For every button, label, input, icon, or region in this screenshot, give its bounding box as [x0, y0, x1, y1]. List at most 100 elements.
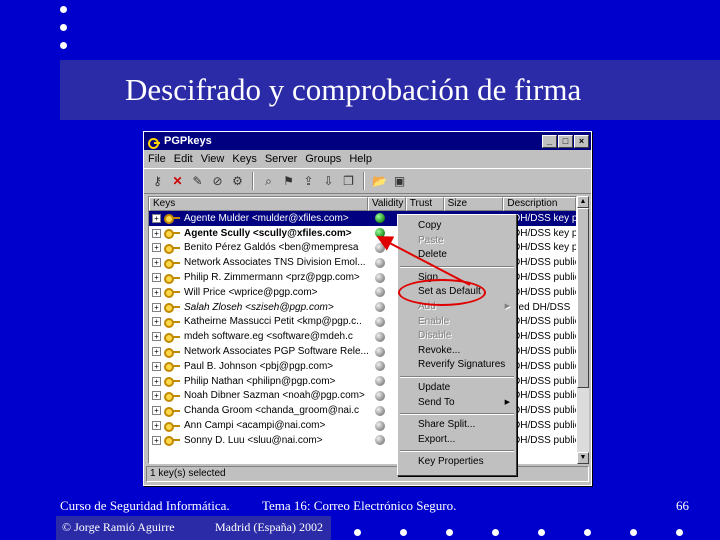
pgpkeys-window: PGPkeys _ □ × File Edit View Keys Server…	[143, 131, 592, 486]
key-name: Benito Pérez Galdós <ben@mempresa	[184, 242, 359, 254]
validity-icon	[375, 242, 385, 253]
open-folder-icon[interactable]: 📂	[371, 173, 388, 190]
menu-keys[interactable]: Keys	[232, 153, 256, 165]
expand-icon[interactable]: +	[152, 228, 161, 238]
context-menu-item[interactable]: Export...	[398, 433, 516, 448]
close-button[interactable]: ×	[574, 134, 589, 148]
page-number: 66	[676, 498, 689, 513]
key-name: Network Associates TNS Division Emol...	[184, 257, 366, 269]
key-description: DH/DSS public	[513, 405, 577, 417]
window-titlebar[interactable]: PGPkeys _ □ ×	[144, 132, 591, 150]
footer-topic: Tema 16: Correo Electrónico Seguro.	[262, 498, 457, 513]
menu-help[interactable]: Help	[349, 153, 372, 165]
keyserver-icon[interactable]: ⚑	[280, 173, 297, 190]
key-name: Agente Scully <scully@xfiles.com>	[184, 227, 352, 239]
key-description: DH/DSS public	[513, 434, 577, 446]
key-description: ired DH/DSS	[513, 301, 576, 313]
expand-icon[interactable]: +	[152, 258, 161, 268]
key-description: DH/DSS public	[513, 346, 577, 358]
context-menu-item[interactable]: Share Split...	[398, 418, 516, 433]
key-icon	[164, 421, 180, 432]
context-menu-item[interactable]: Copy	[398, 219, 516, 234]
scroll-up-icon[interactable]: ▲	[577, 196, 589, 208]
key-icon	[164, 435, 180, 447]
expand-icon[interactable]: +	[152, 376, 161, 386]
expand-icon[interactable]: +	[152, 302, 161, 312]
column-trust[interactable]: Trust	[405, 197, 444, 211]
context-menu-item[interactable]: Reverify Signatures	[398, 358, 516, 373]
menu-separator	[400, 450, 514, 453]
validity-icon	[375, 257, 385, 268]
key-description: DH/DSS public	[513, 331, 577, 343]
new-key-icon[interactable]: ⚷	[149, 173, 166, 190]
expand-icon[interactable]: +	[152, 243, 161, 253]
menu-file[interactable]: File	[148, 153, 166, 165]
column-description[interactable]: Description	[503, 197, 576, 211]
footer-course: Curso de Seguridad Informática.	[60, 498, 230, 513]
expand-icon[interactable]: +	[152, 273, 161, 283]
context-menu-item[interactable]: Key Properties	[398, 455, 516, 470]
key-name: Chanda Groom <chanda_groom@nai.c	[184, 405, 359, 417]
key-description: DH/DSS public	[513, 420, 577, 432]
delete-icon[interactable]: ✕	[169, 173, 186, 190]
context-menu-item: Enable	[418, 315, 450, 327]
disable-icon[interactable]: ⊘	[209, 173, 226, 190]
maximize-button[interactable]: □	[558, 134, 573, 148]
menu-groups[interactable]: Groups	[305, 153, 341, 165]
key-description: DH/DSS key p	[513, 212, 577, 224]
save-icon[interactable]: ▣	[391, 173, 408, 190]
menu-edit[interactable]: Edit	[174, 153, 193, 165]
expand-icon[interactable]: +	[152, 317, 161, 327]
validity-icon	[375, 331, 385, 342]
key-icon	[164, 302, 180, 314]
context-menu-item[interactable]: Revoke...	[398, 344, 516, 359]
get-key-icon[interactable]: ⇩	[320, 173, 337, 190]
expand-icon[interactable]: +	[152, 406, 161, 416]
expand-icon[interactable]: +	[152, 391, 161, 401]
menu-server[interactable]: Server	[265, 153, 297, 165]
menu-view[interactable]: View	[201, 153, 225, 165]
expand-icon[interactable]: +	[152, 213, 161, 223]
key-icon	[164, 376, 180, 388]
key-name: Network Associates PGP Software Rele...	[184, 346, 369, 358]
context-menu-item[interactable]: Send To	[398, 396, 516, 411]
highlight-ring	[398, 279, 486, 306]
validity-icon	[375, 272, 385, 283]
minimize-button[interactable]: _	[542, 134, 557, 148]
validity-icon	[375, 420, 385, 431]
properties-icon[interactable]: ❐	[340, 173, 357, 190]
scroll-down-icon[interactable]: ▼	[577, 452, 589, 464]
slide-title: Descifrado y comprobación de firma	[125, 72, 582, 107]
context-menu-item[interactable]: Update	[398, 381, 516, 396]
column-size[interactable]: Size	[443, 197, 504, 211]
author: © Jorge Ramió Aguirre	[62, 520, 175, 534]
toolbar: ⚷ ✕ ✎ ⊘ ⚙ ⌕ ⚑ ⇪ ⇩ ❐ 📂 ▣	[144, 168, 591, 194]
key-name: Noah Dibner Sazman <noah@pgp.com>	[184, 390, 365, 402]
column-keys[interactable]: Keys	[149, 197, 368, 211]
sign-icon[interactable]: ✎	[189, 173, 206, 190]
key-description: DH/DSS public	[513, 257, 577, 269]
expand-icon[interactable]: +	[152, 332, 161, 342]
validity-icon	[375, 316, 385, 327]
expand-icon[interactable]: +	[152, 435, 161, 445]
key-icon	[164, 243, 180, 254]
column-validity[interactable]: Validity	[367, 197, 406, 211]
validity-icon	[375, 405, 385, 416]
expand-icon[interactable]: +	[152, 421, 161, 431]
expand-icon[interactable]: +	[152, 287, 161, 297]
revoke-icon[interactable]: ⚙	[229, 173, 246, 190]
expand-icon[interactable]: +	[152, 361, 161, 371]
menu-separator	[400, 265, 514, 268]
expand-icon[interactable]: +	[152, 347, 161, 357]
decorative-dots-top	[60, 6, 67, 60]
decorative-dots-bottom	[354, 529, 720, 536]
send-icon[interactable]: ⇪	[300, 173, 317, 190]
key-name: Katheirne Massucci Petit <kmp@pgp.c..	[184, 316, 362, 328]
key-name: Will Price <wprice@pgp.com>	[184, 286, 318, 298]
menu-separator	[400, 375, 514, 378]
scrollbar-thumb[interactable]	[577, 208, 589, 388]
context-menu-item[interactable]: Delete	[398, 248, 516, 263]
key-description: DH/DSS public	[513, 316, 577, 328]
vertical-scrollbar[interactable]: ▲ ▼	[577, 196, 589, 464]
search-icon[interactable]: ⌕	[260, 173, 277, 190]
